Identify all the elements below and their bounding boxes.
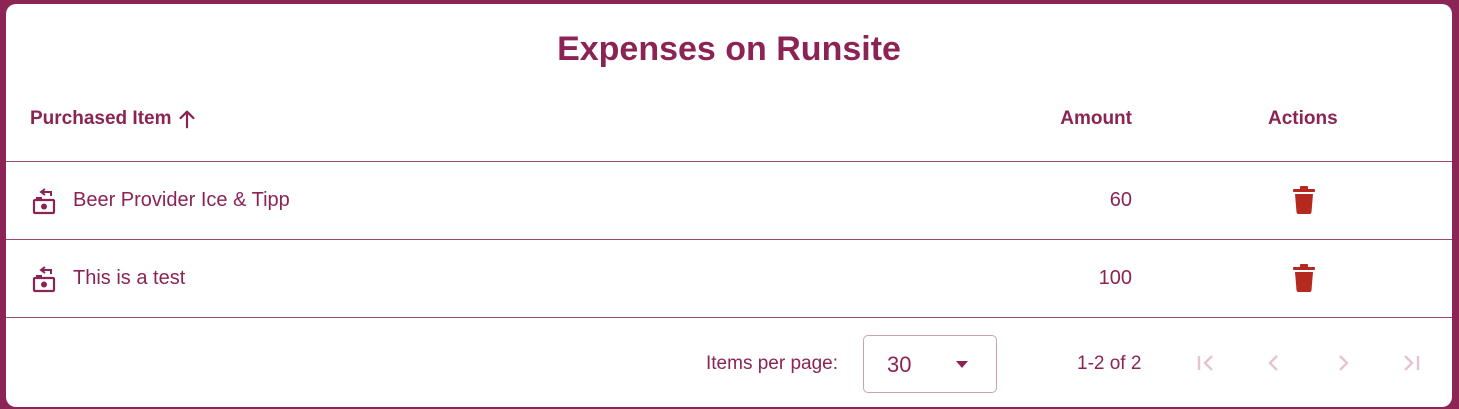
amount-value: 60 [1109, 189, 1132, 211]
range-label: 1-2 of 2 [1077, 353, 1142, 374]
trash-icon [1293, 264, 1315, 292]
expenses-card: Expenses on Runsite Purchased Item Amoun… [6, 4, 1452, 407]
items-per-page-label: Items per page: [706, 353, 839, 374]
column-header-amount: Amount [1060, 108, 1132, 129]
first-page-icon [1197, 355, 1213, 371]
payments-icon [32, 266, 56, 293]
chevron-right-icon [1339, 355, 1349, 371]
arrow-up-icon [178, 110, 195, 129]
table-header-row: Purchased Item Amount Actions [6, 80, 1452, 162]
paginator: Items per page: 30 1-2 of 2 [6, 319, 1452, 407]
delete-button[interactable] [1284, 256, 1324, 300]
column-header-label: Purchased Item [30, 108, 172, 129]
delete-button[interactable] [1284, 178, 1324, 222]
last-page-button[interactable] [1395, 347, 1427, 379]
purchased-item-name: This is a test [73, 267, 186, 289]
table-row: This is a test 100 [6, 240, 1452, 318]
page-size-value: 30 [887, 352, 912, 377]
page-size-select[interactable]: 30 [863, 335, 997, 393]
page-title: Expenses on Runsite [557, 30, 901, 68]
previous-page-button[interactable] [1258, 347, 1290, 379]
first-page-button[interactable] [1190, 347, 1222, 379]
next-page-button[interactable] [1327, 347, 1359, 379]
payments-icon [32, 188, 56, 215]
table-row: Beer Provider Ice & Tipp 60 [6, 162, 1452, 240]
column-header-purchased-item[interactable]: Purchased Item [30, 107, 198, 131]
last-page-icon [1404, 355, 1420, 371]
amount-value: 100 [1098, 267, 1132, 289]
trash-icon [1293, 186, 1315, 214]
chevron-left-icon [1268, 355, 1278, 371]
column-header-actions: Actions [1268, 108, 1338, 129]
purchased-item-name: Beer Provider Ice & Tipp [73, 189, 290, 211]
caret-down-icon [956, 361, 968, 368]
